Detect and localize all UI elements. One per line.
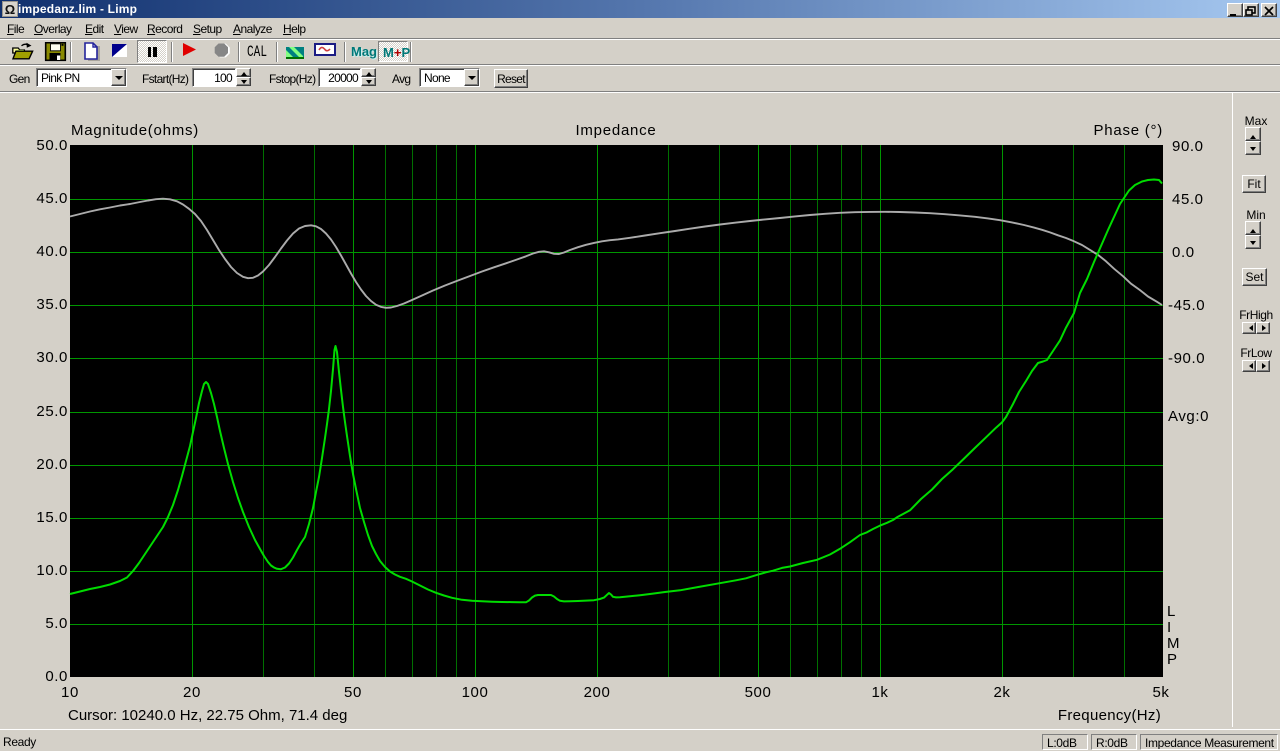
svg-text:CAL: CAL bbox=[247, 43, 267, 59]
